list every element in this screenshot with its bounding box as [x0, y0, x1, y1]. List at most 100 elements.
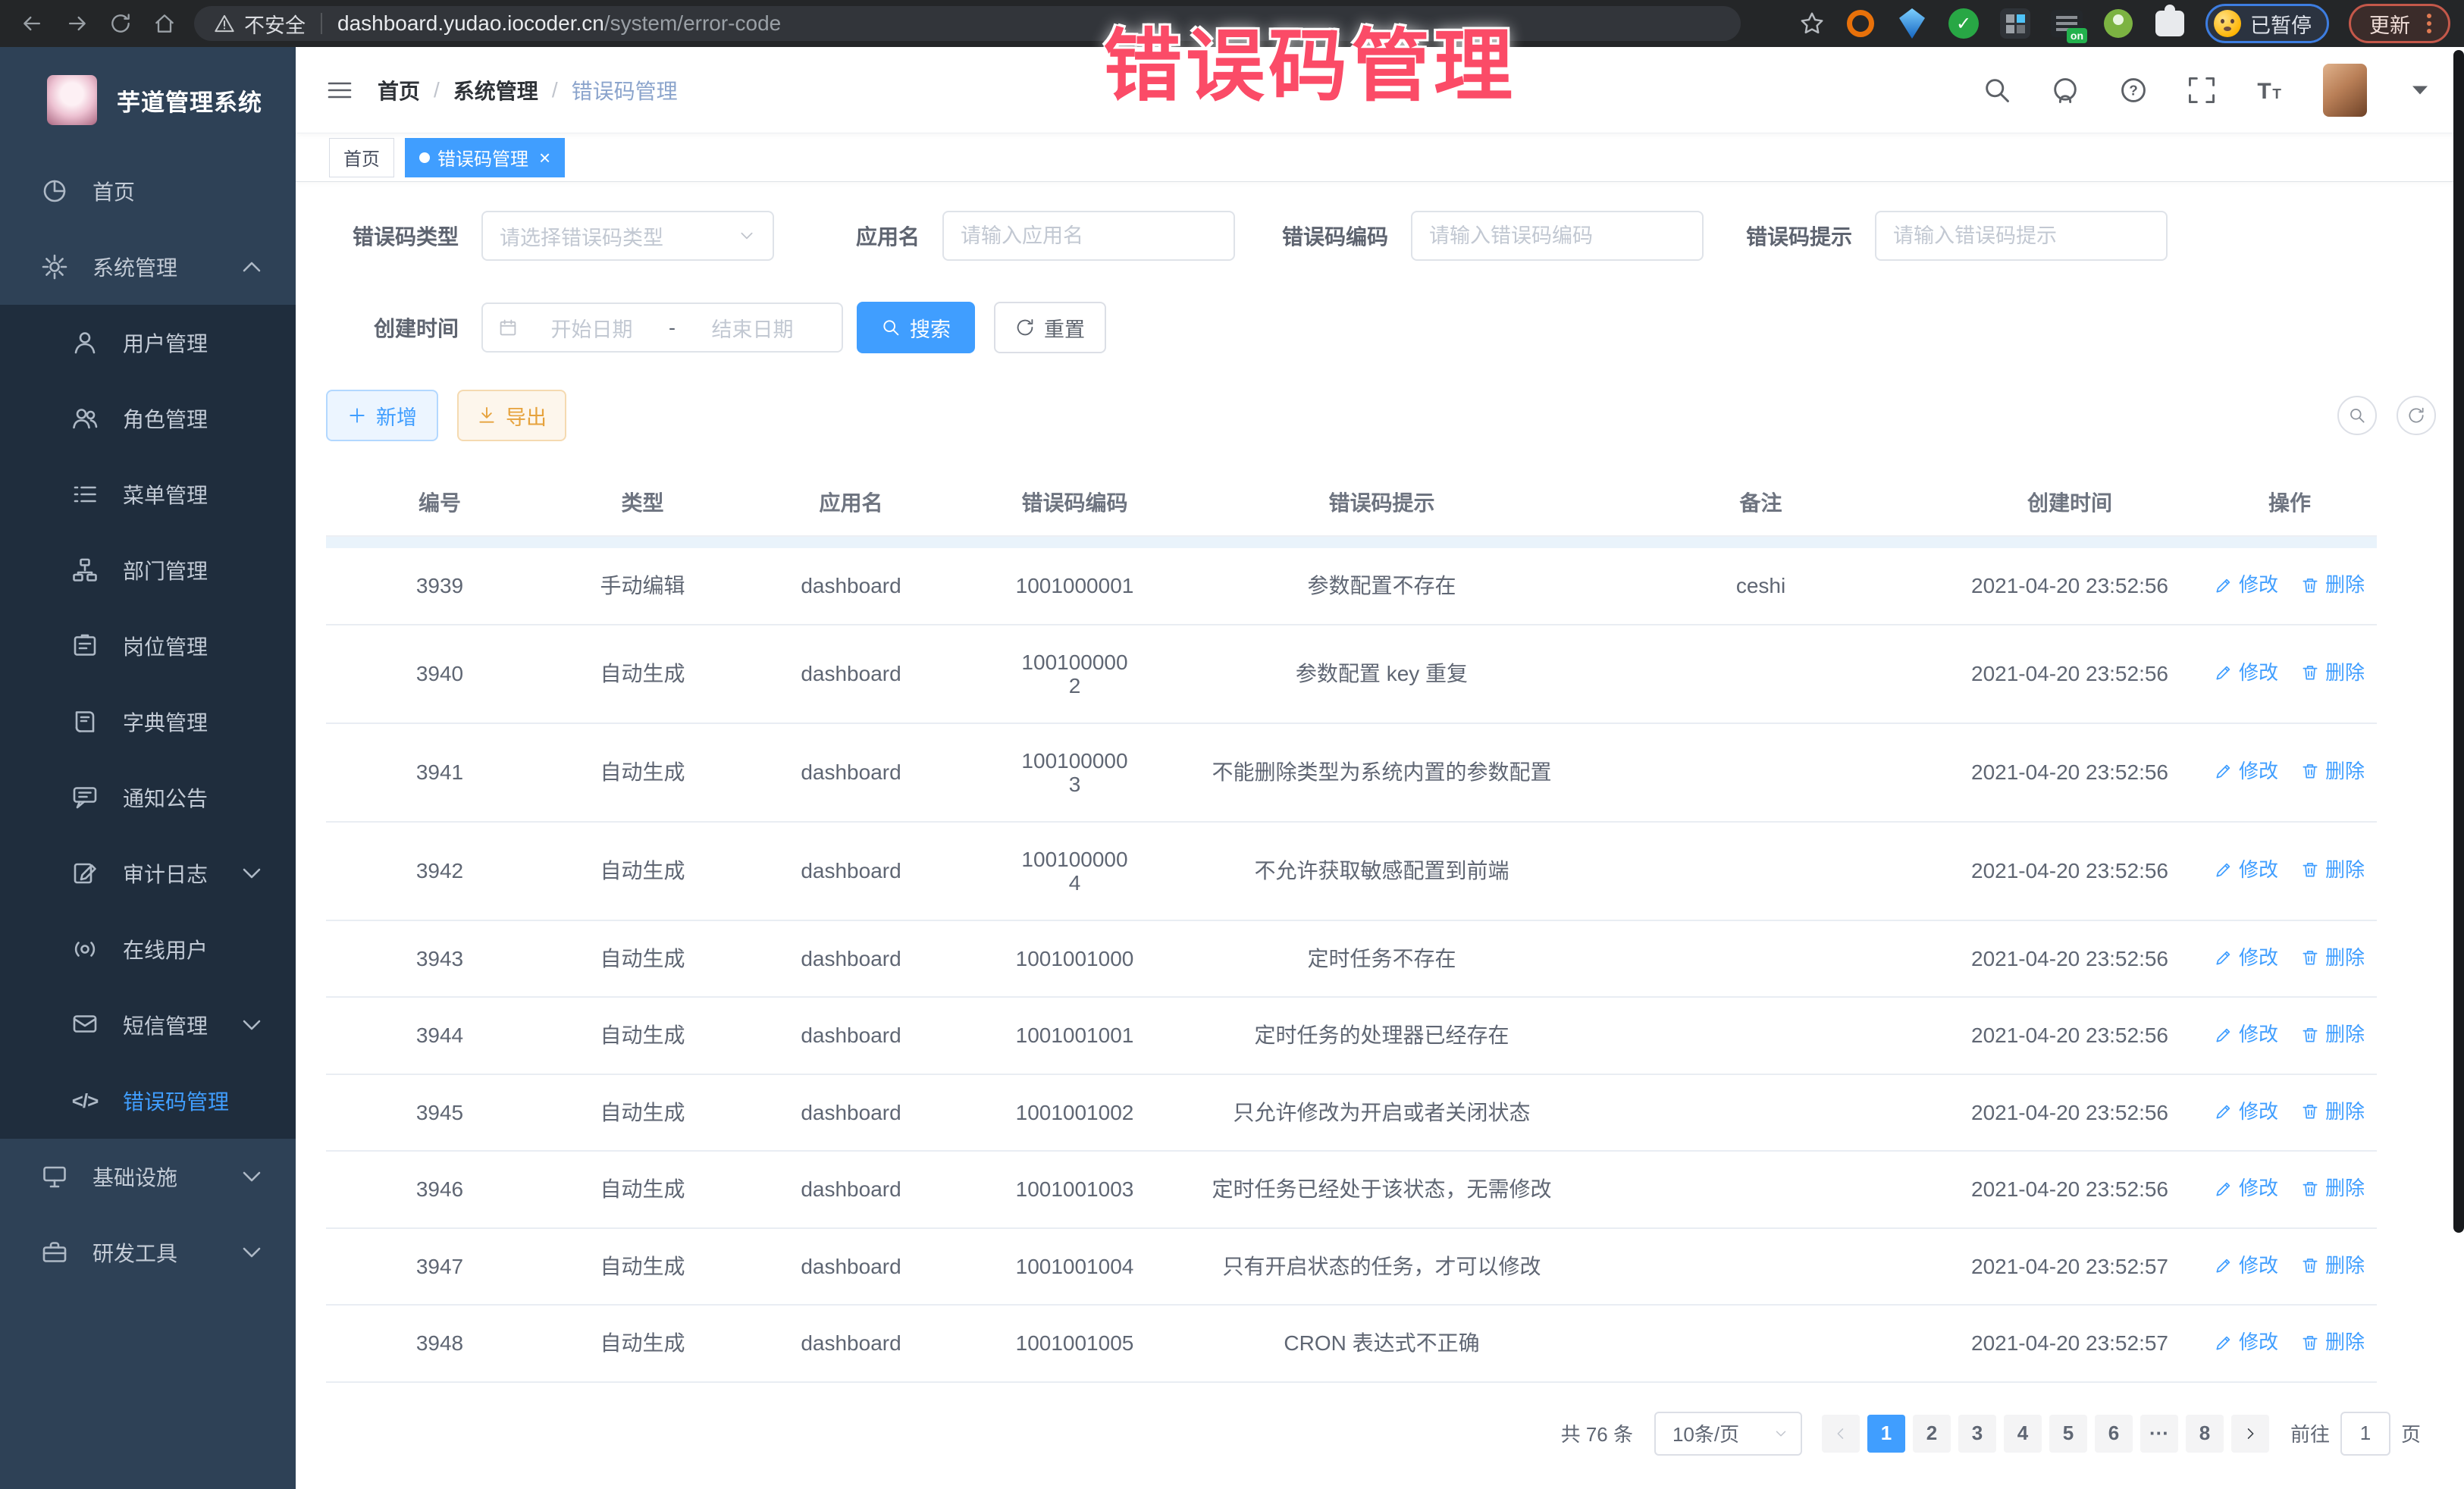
app-name-input[interactable] [961, 224, 1217, 248]
delete-link[interactable]: 删除 [2301, 1254, 2365, 1277]
browser-update-button[interactable]: 更新 [2349, 4, 2450, 43]
page-button[interactable]: 4 [2004, 1415, 2042, 1453]
delete-link[interactable]: 删除 [2301, 1023, 2365, 1046]
edit-link[interactable]: 修改 [2215, 1100, 2278, 1124]
edit-link[interactable]: 修改 [2215, 946, 2278, 970]
reset-button[interactable]: 重置 [994, 302, 1106, 353]
browser-home-button[interactable] [143, 2, 187, 45]
tab-item[interactable]: 首页 [329, 138, 394, 177]
sidebar-item-sms[interactable]: 短信管理 [0, 987, 296, 1063]
breadcrumb-item[interactable]: 系统管理 [453, 75, 538, 105]
edit-link[interactable]: 修改 [2215, 573, 2278, 597]
extension-orange-icon[interactable] [1845, 8, 1876, 39]
toggle-search-button[interactable] [2337, 396, 2377, 435]
delete-link[interactable]: 删除 [2301, 1331, 2365, 1354]
edit-link[interactable]: 修改 [2215, 858, 2278, 882]
fullscreen-icon[interactable] [2187, 75, 2217, 105]
page-button[interactable]: 2 [1913, 1415, 1951, 1453]
page-button[interactable]: 1 [1867, 1415, 1905, 1453]
sidebar-item-online[interactable]: 在线用户 [0, 911, 296, 987]
page-button[interactable]: 6 [2095, 1415, 2133, 1453]
edit-link[interactable]: 修改 [2215, 1023, 2278, 1046]
next-page-button[interactable] [2231, 1415, 2269, 1453]
edit-link[interactable]: 修改 [2215, 661, 2278, 685]
cell-remark [1585, 723, 1937, 822]
github-icon[interactable] [2050, 75, 2080, 105]
sidebar-item-system[interactable]: 系统管理 [0, 229, 296, 305]
prev-page-button[interactable] [1822, 1415, 1860, 1453]
edit-link[interactable]: 修改 [2215, 760, 2278, 783]
browser-scrollbar[interactable] [2453, 50, 2464, 1233]
forward-icon [64, 11, 89, 36]
delete-link[interactable]: 删除 [2301, 573, 2365, 597]
security-label[interactable]: 不安全 [244, 9, 306, 39]
delete-label: 删除 [2325, 661, 2365, 685]
bookmark-star-icon[interactable] [1799, 11, 1825, 36]
refresh-table-button[interactable] [2397, 396, 2436, 435]
font-size-icon[interactable]: TT [2255, 75, 2285, 105]
sidebar-item-menu[interactable]: 菜单管理 [0, 456, 296, 532]
delete-link[interactable]: 删除 [2301, 1100, 2365, 1124]
sidebar-item-home[interactable]: 首页 [0, 153, 296, 229]
sidebar-item-audit[interactable]: 审计日志 [0, 835, 296, 911]
page-button[interactable]: 3 [1958, 1415, 1996, 1453]
end-date-placeholder[interactable]: 结束日期 [679, 313, 826, 343]
help-icon[interactable]: ? [2118, 75, 2149, 105]
extension-check-icon[interactable]: ✓ [1948, 8, 1980, 39]
edit-link[interactable]: 修改 [2215, 1177, 2278, 1200]
search-button[interactable]: 搜索 [857, 302, 975, 353]
tab-active[interactable]: 错误码管理× [405, 138, 565, 177]
extension-switch-icon[interactable]: on [2051, 8, 2083, 39]
delete-link[interactable]: 删除 [2301, 760, 2365, 783]
extensions-puzzle-icon[interactable] [2154, 8, 2186, 39]
add-button[interactable]: 新增 [326, 390, 438, 441]
browser-profile-button[interactable]: 已暂停 [2205, 4, 2329, 43]
app-logo[interactable]: 芋道管理系统 [0, 47, 296, 153]
browser-forward-button[interactable] [55, 2, 99, 45]
sidebar-item-dict[interactable]: 字典管理 [0, 684, 296, 760]
sidebar-item-errcode[interactable]: </>错误码管理 [0, 1063, 296, 1139]
header-search-icon[interactable] [1982, 75, 2012, 105]
sidebar-item-dept[interactable]: 部门管理 [0, 532, 296, 608]
kebab-menu-icon[interactable] [2427, 21, 2431, 26]
sidebar-item-post[interactable]: 岗位管理 [0, 608, 296, 684]
page-size-select[interactable]: 10条/页 [1654, 1412, 1802, 1456]
sidebar-item-label: 审计日志 [123, 858, 208, 889]
extension-gem-icon[interactable] [1896, 8, 1928, 39]
edit-label: 修改 [2239, 1177, 2278, 1200]
user-avatar[interactable] [2323, 64, 2367, 117]
avatar-caret-down-icon[interactable] [2405, 75, 2435, 105]
cell-hint: 不能删除类型为系统内置的参数配置 [1179, 723, 1585, 822]
sidebar-item-infra[interactable]: 基础设施 [0, 1139, 296, 1215]
page-button[interactable]: 8 [2186, 1415, 2224, 1453]
sidebar-item-role[interactable]: 角色管理 [0, 381, 296, 456]
start-date-placeholder[interactable]: 开始日期 [518, 313, 666, 343]
sidebar-item-devtools[interactable]: 研发工具 [0, 1215, 296, 1290]
edit-link[interactable]: 修改 [2215, 1331, 2278, 1354]
calendar-icon [498, 318, 518, 337]
export-button[interactable]: 导出 [457, 390, 566, 441]
cell-created: 2021-04-20 23:52:57 [1937, 1228, 2202, 1306]
delete-link[interactable]: 删除 [2301, 661, 2365, 685]
page-button[interactable]: 5 [2049, 1415, 2087, 1453]
date-range-picker[interactable]: 开始日期 - 结束日期 [481, 303, 843, 353]
error-type-select[interactable]: 请选择错误码类型 [481, 211, 774, 261]
cell-code: 100100000 2 [970, 625, 1179, 723]
browser-reload-button[interactable] [99, 2, 143, 45]
goto-page-input[interactable] [2340, 1412, 2390, 1456]
delete-link[interactable]: 删除 [2301, 858, 2365, 882]
cell-id: 3947 [326, 1228, 553, 1306]
breadcrumb-item[interactable]: 首页 [378, 75, 420, 105]
tab-close-icon[interactable]: × [539, 148, 550, 168]
extension-key-icon[interactable] [2102, 8, 2134, 39]
browser-back-button[interactable] [11, 2, 55, 45]
extension-grid-icon[interactable] [1999, 8, 2031, 39]
sidebar-item-user[interactable]: 用户管理 [0, 305, 296, 381]
edit-link[interactable]: 修改 [2215, 1254, 2278, 1277]
sidebar-item-notice[interactable]: 通知公告 [0, 760, 296, 835]
error-code-input[interactable] [1429, 224, 1685, 248]
delete-link[interactable]: 删除 [2301, 946, 2365, 970]
error-hint-input[interactable] [1893, 224, 2149, 248]
sidebar-toggle-button[interactable] [315, 66, 364, 114]
delete-link[interactable]: 删除 [2301, 1177, 2365, 1200]
